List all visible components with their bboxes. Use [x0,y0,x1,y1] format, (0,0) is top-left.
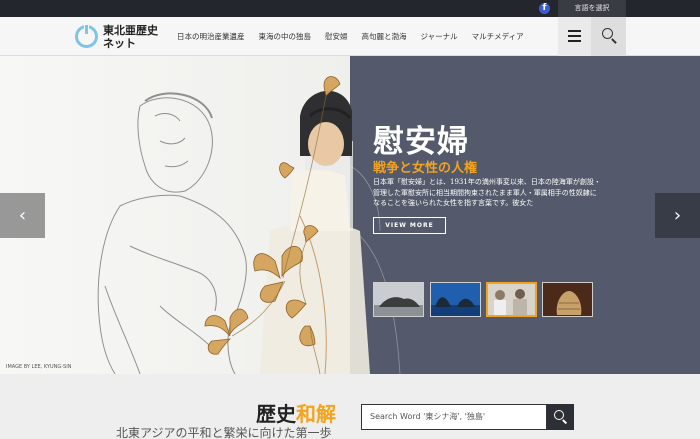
nav-item-multimedia[interactable]: マルチメディア [465,17,531,56]
hero-title: 慰安婦 [373,124,469,160]
search-submit-icon[interactable] [547,404,574,430]
hero-description: 日本軍「慰安婦」とは、1931年の満州事変以来、日本の陸海軍が創設・管理した軍慰… [373,178,601,207]
carousel-next-arrow-icon[interactable]: › [655,193,700,238]
sea-rocks-thumbnail[interactable] [430,282,481,317]
nav-item-dokdo[interactable]: 東海の中の独島 [252,17,319,56]
sea-rocks-thumbnail-image [431,283,480,316]
hamburger-menu-icon[interactable] [558,17,591,56]
nav-item-comfort-women[interactable]: 慰安婦 [318,17,355,56]
title-part-history: 歴史 [256,402,296,426]
carousel-prev-arrow-icon[interactable]: ‹ [0,193,45,238]
island-thumbnail-image [374,283,423,316]
top-bar: f 言語を選択 [0,0,700,17]
site-header: 東北亜歴史 ネット 日本の明治産業遺産 東海の中の独島 慰安婦 高句麗と渤海 ジ… [0,17,700,56]
nav-item-goguryeo-balhae[interactable]: 高句麗と渤海 [355,17,414,56]
logo-line-2: ネット [103,37,136,50]
main-nav: 日本の明治産業遺産 東海の中の独島 慰安婦 高句麗と渤海 ジャーナル マルチメデ… [170,17,531,56]
hero-subtitle: 戦争と女性の人権 [373,161,478,176]
nav-item-meiji-heritage[interactable]: 日本の明治産業遺産 [170,17,252,56]
view-more-button[interactable]: VIEW MORE [373,217,446,234]
island-thumbnail[interactable] [373,282,424,317]
search-icon[interactable] [591,17,626,56]
logo-line-1: 東北亜歴史 [103,24,158,37]
artifact-thumbnail-image [543,283,592,316]
nav-item-journal[interactable]: ジャーナル [414,17,465,56]
hero-carousel: 慰安婦 戦争と女性の人権 日本軍「慰安婦」とは、1931年の満州事変以来、日本の… [0,56,700,374]
artifact-thumbnail[interactable] [542,282,593,317]
site-logo-text[interactable]: 東北亜歴史 ネット [103,24,163,50]
hero-illustration [97,76,401,374]
logo-icon[interactable] [75,23,98,48]
facebook-icon[interactable]: f [539,3,550,14]
women-photo-thumbnail[interactable] [486,282,537,317]
image-credit: IMAGE BY LEE, KYUNG-SIN [6,364,72,370]
title-part-reconciliation: 和解 [296,402,336,426]
women-photo-thumbnail-image [488,284,535,315]
tagline: 北東アジアの平和と繁栄に向けた第一歩 [116,426,332,439]
language-select-button[interactable]: 言語を選択 [558,0,626,17]
site-search-input[interactable]: Search Word '東シナ海', '独島' [361,404,547,430]
history-reconciliation-title: 歴史和解 [256,398,336,427]
